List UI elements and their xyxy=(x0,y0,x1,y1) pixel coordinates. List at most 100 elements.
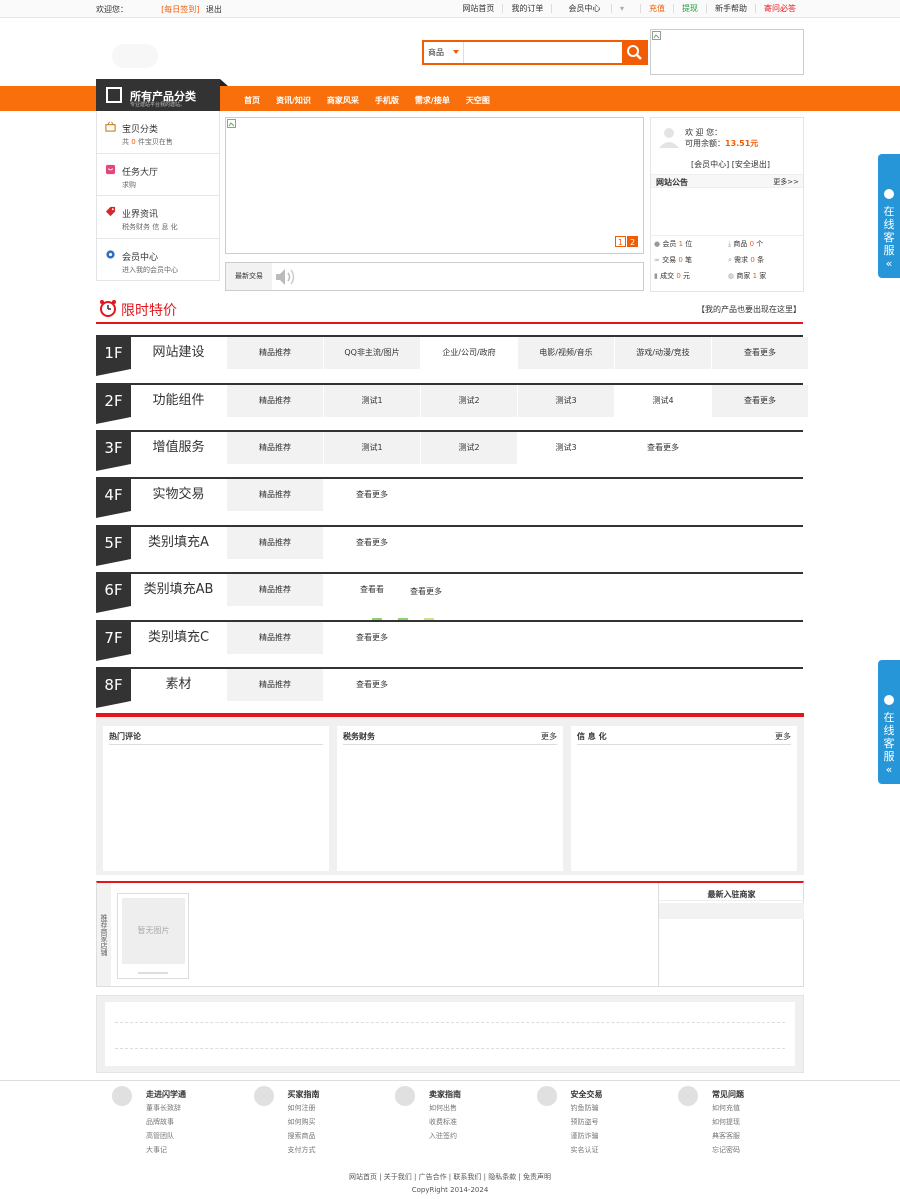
help-link[interactable]: 如何注册 xyxy=(288,1103,316,1113)
floor-name[interactable]: 类别填充C xyxy=(131,622,226,654)
search-button[interactable] xyxy=(622,42,646,63)
online-service-tab[interactable]: 在线客服 « xyxy=(878,154,900,278)
side-item-tasks[interactable]: 任务大厅 求购 xyxy=(97,154,219,196)
header-ad-image[interactable] xyxy=(650,29,804,75)
side-item-desc: 税务财务 信 息 化 xyxy=(122,223,178,231)
search-category-select[interactable]: 商品 xyxy=(424,42,464,63)
help-link[interactable]: 大事记 xyxy=(146,1145,167,1155)
floor-tab[interactable]: 查看更多 xyxy=(712,385,809,417)
help-link[interactable]: 支付方式 xyxy=(288,1145,316,1155)
safe-logout-link[interactable]: [安全退出] xyxy=(732,160,770,169)
col-more-link[interactable]: 更多 xyxy=(541,731,557,742)
nav-sky[interactable]: 天空图 xyxy=(466,95,490,106)
floor-tab[interactable]: 测试4 xyxy=(615,385,712,417)
top-link-help[interactable]: 新手帮助 xyxy=(706,4,755,13)
floor-tab[interactable]: 测试3 xyxy=(518,432,615,464)
checkin-link[interactable]: [每日签到] xyxy=(161,5,199,14)
help-link[interactable]: 高管团队 xyxy=(146,1131,174,1141)
top-link-home[interactable]: 网站首页 xyxy=(454,4,502,13)
newest-shop-row[interactable] xyxy=(659,903,804,919)
floor-tab[interactable]: 查看更多 xyxy=(324,622,421,654)
top-link-recharge[interactable]: 充值 xyxy=(640,4,673,13)
floor-tab[interactable]: 企业/公司/政府 xyxy=(421,337,518,369)
floor-name[interactable]: 类别填充A xyxy=(131,527,226,559)
help-link[interactable]: 谨防诈骗 xyxy=(571,1131,599,1141)
logout-link[interactable]: 退出 xyxy=(206,5,222,14)
member-center-link[interactable]: [会员中心] xyxy=(691,160,729,169)
help-link[interactable]: 忘记密码 xyxy=(712,1145,740,1155)
nav-sellers[interactable]: 商家风采 xyxy=(327,95,359,106)
floor-name[interactable]: 功能组件 xyxy=(131,385,226,417)
floor-tab[interactable]: 精品推荐 xyxy=(227,385,324,417)
floor-name[interactable]: 增值服务 xyxy=(131,432,226,464)
floor-tab[interactable]: 精品推荐 xyxy=(227,669,324,701)
floor-number: 2F xyxy=(96,385,131,424)
floor-name[interactable]: 类别填充AB xyxy=(131,574,226,606)
floor-tab[interactable]: 查看更多 xyxy=(324,527,421,559)
footer-links[interactable]: 网站首页 | 关于我们 | 广告合作 | 联系我们 | 隐私条款 | 免责声明 xyxy=(0,1172,900,1182)
side-item-member[interactable]: 会员中心 进入我的会员中心 xyxy=(97,239,219,282)
help-link[interactable]: 如何购买 xyxy=(288,1117,316,1127)
floor-tab[interactable]: 精品推荐 xyxy=(227,622,324,654)
floor-tab[interactable]: 测试3 xyxy=(518,385,615,417)
nav-news[interactable]: 资讯/知识 xyxy=(276,95,311,106)
floor-number: 1F xyxy=(96,337,131,376)
floor-tab[interactable]: 精品推荐 xyxy=(227,574,324,606)
floor-tab[interactable]: 查看更多 xyxy=(712,337,809,369)
banner-slider[interactable] xyxy=(225,117,644,254)
side-item-industry[interactable]: 业界资讯 税务财务 信 息 化 xyxy=(97,196,219,239)
top-link-qa[interactable]: 寄问必答 xyxy=(755,4,804,13)
help-link[interactable]: 钓鱼防骗 xyxy=(571,1103,599,1113)
help-link[interactable]: 搜索商品 xyxy=(288,1131,316,1141)
help-link[interactable]: 如何充值 xyxy=(712,1103,740,1113)
top-link-withdraw[interactable]: 提现 xyxy=(673,4,706,13)
help-link[interactable]: 入驻签约 xyxy=(429,1131,457,1141)
stat-label: 交易 xyxy=(662,256,677,264)
top-link-member[interactable]: 会员中心 ▾ xyxy=(551,4,640,13)
help-link[interactable]: 品牌故事 xyxy=(146,1117,174,1127)
floor-tab[interactable]: 查看更多 xyxy=(324,479,421,511)
floor-tab[interactable]: 精品推荐 xyxy=(227,527,324,559)
nav-mobile[interactable]: 手机版 xyxy=(375,95,399,106)
floor-name[interactable]: 素材 xyxy=(131,669,226,701)
top-link-orders[interactable]: 我的订单 xyxy=(502,4,551,13)
col-more-link[interactable]: 更多 xyxy=(775,731,791,742)
floor-tab[interactable]: 精品推荐 xyxy=(227,432,324,464)
floor-tab[interactable]: 精品推荐 xyxy=(227,337,324,369)
shop-card[interactable]: 暂无图片 xyxy=(117,893,189,979)
side-item-goods[interactable]: 宝贝分类 共 0 件宝贝在售 xyxy=(97,111,219,154)
help-link[interactable]: 典客客服 xyxy=(712,1131,740,1141)
logo[interactable] xyxy=(112,44,158,68)
newest-shops-panel: 最新入驻商家 xyxy=(658,883,804,986)
floor-tab[interactable]: 测试1 xyxy=(324,432,421,464)
floor-tab[interactable]: 测试2 xyxy=(421,432,518,464)
nav-home[interactable]: 首页 xyxy=(244,95,260,106)
floor-tab[interactable]: 查看更多 xyxy=(615,432,712,464)
floor-tab[interactable]: 游戏/动漫/竞技 xyxy=(615,337,712,369)
nav-demand[interactable]: 需求/接单 xyxy=(415,95,450,106)
search-input[interactable] xyxy=(466,43,620,62)
help-link[interactable]: 如何提现 xyxy=(712,1117,740,1127)
floor-name[interactable]: 实物交易 xyxy=(131,479,226,511)
floor-tab[interactable]: 精品推荐 xyxy=(227,479,324,511)
floor-tab-overlay[interactable]: 查看更多 xyxy=(396,586,456,597)
help-link[interactable]: 如何出售 xyxy=(429,1103,457,1113)
help-link[interactable]: 董事长致辞 xyxy=(146,1103,181,1113)
help-link[interactable]: 收费标准 xyxy=(429,1117,457,1127)
floor-tab[interactable]: 电影/视频/音乐 xyxy=(518,337,615,369)
pager-dot-1[interactable]: 1 xyxy=(615,236,626,247)
floor-tab[interactable]: 测试1 xyxy=(324,385,421,417)
side-category-menu: 宝贝分类 共 0 件宝贝在售 任务大厅 求购 业界资讯 税务财务 信 息 化 会… xyxy=(96,111,220,281)
help-link[interactable]: 预防盗号 xyxy=(571,1117,599,1127)
floor-tab[interactable]: 查看更多 xyxy=(324,669,421,701)
pager-dot-2[interactable]: 2 xyxy=(627,236,638,247)
notice-more-link[interactable]: 更多>> xyxy=(773,177,799,187)
site-stats xyxy=(651,235,803,236)
help-link[interactable]: 实名认证 xyxy=(571,1145,599,1155)
floor-tab[interactable]: 测试2 xyxy=(421,385,518,417)
floor-tab[interactable]: QQ非主流/图片 xyxy=(324,337,421,369)
floor-name[interactable]: 网站建设 xyxy=(131,337,226,369)
limited-sale-note[interactable]: 【我的产品也要出现在这里】 xyxy=(697,304,801,315)
online-service-tab[interactable]: 在线客服 « xyxy=(878,660,900,784)
all-categories-header[interactable]: 所有产品分类 专业建站平台我的建站。 xyxy=(96,79,228,111)
